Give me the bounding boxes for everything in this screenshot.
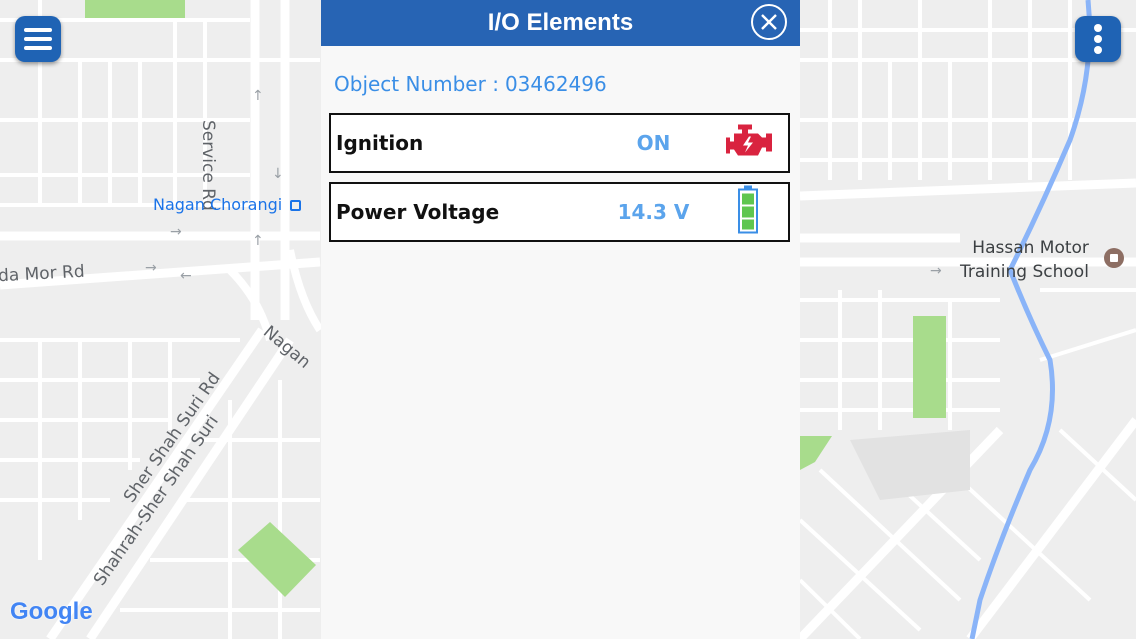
battery-full-icon [738,185,758,239]
close-button[interactable] [751,4,787,40]
map-label-hassan-motor-line1: Hassan Motor [972,238,1089,258]
map-label-nagan-chorangi[interactable]: Nagan Chorangi [153,195,302,214]
svg-text:↓: ↓ [272,166,284,182]
engine-icon [724,123,774,164]
io-value-ignition: ON [636,131,671,155]
google-logo-text: Google [10,598,93,625]
io-value-power-voltage: 14.3 V [617,200,690,224]
menu-button[interactable] [15,16,61,62]
vertical-dots-icon [1094,24,1102,54]
map-label-nagan-chorangi-text: Nagan Chorangi [153,195,283,214]
svg-text:→: → [930,263,942,279]
io-label-ignition: Ignition [336,131,424,155]
io-elements-panel: I/O Elements Object Number :03462496 Ign… [321,0,800,639]
place-pin-icon[interactable] [1104,248,1124,268]
svg-text:↑: ↑ [252,88,264,104]
transit-icon [290,200,302,211]
io-row-ignition: Ignition ON [329,113,790,173]
object-number-line: Object Number :03462496 [334,72,607,96]
panel-header: I/O Elements [321,0,800,46]
object-number-label: Object Number : [334,72,499,96]
svg-text:→: → [170,224,182,240]
svg-text:←: ← [180,268,192,284]
map-label-hassan-motor[interactable]: Hassan Motor Training School [960,236,1089,284]
io-label-power-voltage: Power Voltage [336,200,500,224]
object-number-value: 03462496 [504,72,607,96]
svg-text:↑: ↑ [252,233,264,249]
io-row-power-voltage: Power Voltage 14.3 V [329,182,790,242]
hamburger-menu-icon [24,28,52,50]
google-logo: Google [10,598,93,626]
more-options-button[interactable] [1075,16,1121,62]
map-label-hassan-motor-line2: Training School [960,262,1089,282]
panel-title: I/O Elements [487,9,634,36]
svg-text:→: → [145,260,157,276]
close-icon [761,14,777,30]
